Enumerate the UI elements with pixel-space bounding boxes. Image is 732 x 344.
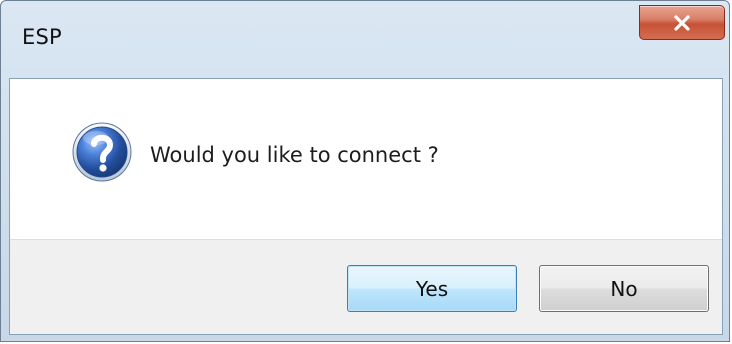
dialog-message: Would you like to connect ? (150, 143, 439, 167)
no-button[interactable]: No (539, 265, 709, 312)
message-area: Would you like to connect ? (10, 79, 722, 239)
question-icon (71, 121, 133, 183)
close-icon (672, 14, 692, 32)
title-bar[interactable]: ESP (1, 1, 729, 77)
window-title: ESP (22, 25, 62, 49)
yes-button[interactable]: Yes (347, 265, 517, 312)
dialog-body: Would you like to connect ? Yes No (9, 78, 723, 335)
close-button[interactable] (639, 5, 725, 40)
no-button-label: No (610, 276, 638, 301)
yes-button-label: Yes (415, 276, 449, 301)
button-bar: Yes No (10, 239, 722, 334)
dialog-window: ESP Would you like to connect ? Yes No (0, 0, 730, 342)
